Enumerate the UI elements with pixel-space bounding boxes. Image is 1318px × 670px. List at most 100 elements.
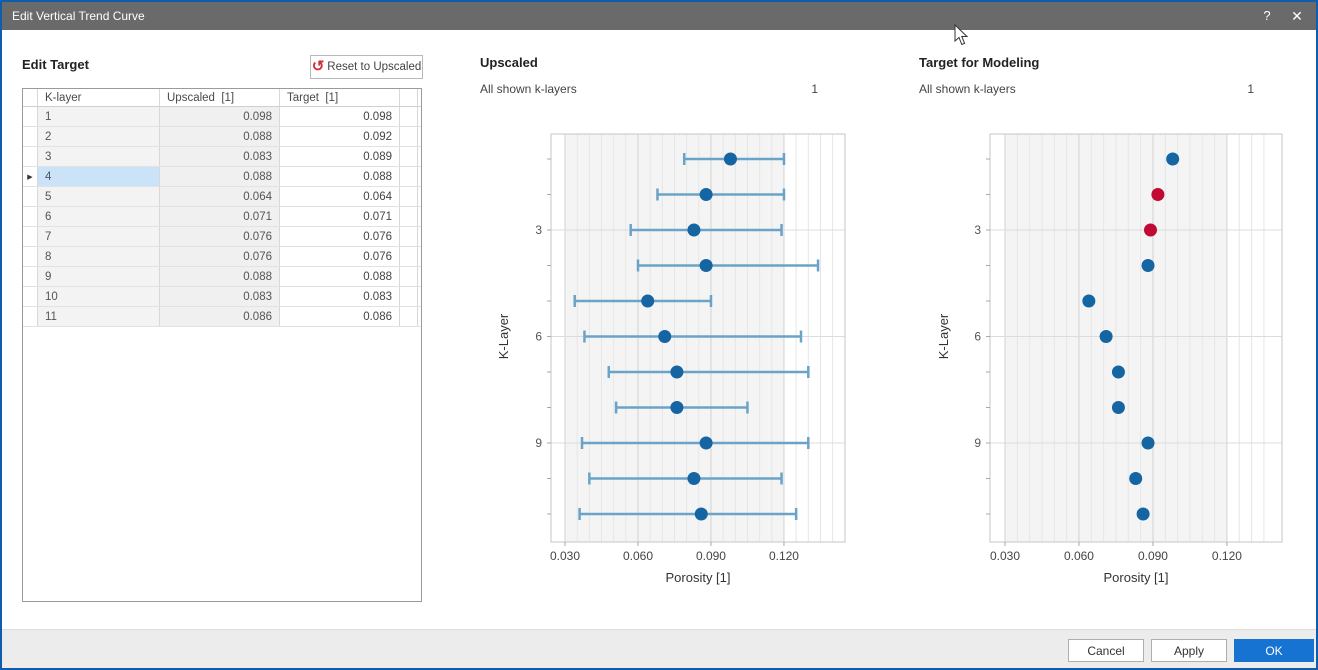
row-marker[interactable] [23, 107, 38, 126]
apply-button[interactable]: Apply [1151, 639, 1227, 662]
reset-undo-icon: ↺ [312, 59, 325, 74]
cell-upscaled: 0.088 [160, 167, 280, 186]
edit-vertical-trend-curve-dialog: Edit Vertical Trend Curve ? ✕ Edit Targe… [0, 0, 1318, 670]
cell-k-layer: 2 [38, 127, 160, 146]
table-row[interactable]: 30.0830.089 [23, 147, 421, 167]
cell-upscaled: 0.088 [160, 267, 280, 286]
close-icon[interactable]: ✕ [1282, 2, 1312, 30]
reset-button-label: Reset to Upscaled [327, 61, 421, 73]
target-chart-title: Target for Modeling [919, 55, 1039, 70]
cell-k-layer: 8 [38, 247, 160, 266]
data-point[interactable] [1082, 295, 1095, 308]
cell-target[interactable]: 0.086 [280, 307, 400, 326]
data-point [641, 295, 654, 308]
reset-to-upscaled-button[interactable]: ↺ Reset to Upscaled [310, 55, 423, 79]
row-marker[interactable] [23, 127, 38, 146]
data-point[interactable] [1166, 153, 1179, 166]
y-axis-title: K-Layer [936, 313, 951, 359]
cell-target[interactable]: 0.088 [280, 167, 400, 186]
table-row[interactable]: 10.0980.098 [23, 107, 421, 127]
data-point [670, 401, 683, 414]
table-row[interactable]: 70.0760.076 [23, 227, 421, 247]
target-for-modeling-chart[interactable]: 3690.0300.0600.0900.120Porosity [1]K-Lay… [932, 127, 1318, 592]
cell-filler [400, 147, 418, 166]
cell-upscaled: 0.083 [160, 147, 280, 166]
data-point[interactable] [1112, 366, 1125, 379]
x-tick-label: 0.120 [769, 549, 799, 563]
table-row[interactable]: 60.0710.071 [23, 207, 421, 227]
data-point [700, 188, 713, 201]
cell-filler [400, 127, 418, 146]
cell-k-layer: 6 [38, 207, 160, 226]
cell-upscaled: 0.064 [160, 187, 280, 206]
table-header-row: K-layerUpscaled [1]Target [1] [23, 89, 421, 107]
table-row[interactable]: 20.0880.092 [23, 127, 421, 147]
cell-target[interactable]: 0.076 [280, 247, 400, 266]
row-marker[interactable] [23, 227, 38, 246]
x-tick-label: 0.120 [1212, 549, 1242, 563]
cell-target[interactable]: 0.076 [280, 227, 400, 246]
table-row[interactable]: ▶40.0880.088 [23, 167, 421, 187]
data-point [687, 472, 700, 485]
cell-filler [400, 227, 418, 246]
data-point[interactable] [1100, 330, 1113, 343]
cell-upscaled: 0.086 [160, 307, 280, 326]
y-tick-label: 3 [535, 223, 542, 237]
row-marker[interactable]: ▶ [23, 167, 38, 186]
row-marker[interactable] [23, 267, 38, 286]
column-header-target: Target [1] [280, 89, 400, 106]
cell-k-layer: 10 [38, 287, 160, 306]
x-tick-label: 0.030 [990, 549, 1020, 563]
data-point[interactable] [1137, 508, 1150, 521]
cell-target[interactable]: 0.083 [280, 287, 400, 306]
y-tick-label: 6 [535, 330, 542, 344]
data-point [700, 437, 713, 450]
cell-k-layer: 4 [38, 167, 160, 186]
table-row[interactable]: 80.0760.076 [23, 247, 421, 267]
dialog-title: Edit Vertical Trend Curve [12, 2, 145, 30]
x-tick-label: 0.090 [1138, 549, 1168, 563]
k-layer-table[interactable]: K-layerUpscaled [1]Target [1] 10.0980.09… [22, 88, 422, 602]
cell-k-layer: 7 [38, 227, 160, 246]
cell-target[interactable]: 0.064 [280, 187, 400, 206]
table-row[interactable]: 100.0830.083 [23, 287, 421, 307]
ok-button[interactable]: OK [1234, 639, 1314, 662]
data-point[interactable] [1112, 401, 1125, 414]
cancel-button[interactable]: Cancel [1068, 639, 1144, 662]
row-marker[interactable] [23, 147, 38, 166]
cell-upscaled: 0.098 [160, 107, 280, 126]
cell-target[interactable]: 0.089 [280, 147, 400, 166]
data-point [670, 366, 683, 379]
cell-target[interactable]: 0.092 [280, 127, 400, 146]
data-point-edited[interactable] [1144, 224, 1157, 237]
help-icon[interactable]: ? [1252, 2, 1282, 30]
cell-k-layer: 3 [38, 147, 160, 166]
cell-target[interactable]: 0.071 [280, 207, 400, 226]
cell-k-layer: 5 [38, 187, 160, 206]
cell-k-layer: 11 [38, 307, 160, 326]
y-tick-label: 3 [974, 223, 981, 237]
table-row[interactable]: 90.0880.088 [23, 267, 421, 287]
upscaled-chart: 3690.0300.0600.0900.120Porosity [1]K-Lay… [492, 127, 864, 592]
upscaled-shown-klayers-value: 1 [480, 82, 818, 96]
title-bar[interactable]: Edit Vertical Trend Curve ? ✕ [2, 2, 1316, 30]
data-point[interactable] [1142, 437, 1155, 450]
y-axis-title: K-Layer [496, 313, 511, 359]
footer-bar: Cancel Apply OK [2, 629, 1316, 668]
table-row[interactable]: 110.0860.086 [23, 307, 421, 327]
cell-target[interactable]: 0.088 [280, 267, 400, 286]
row-marker[interactable] [23, 287, 38, 306]
data-point-edited[interactable] [1151, 188, 1164, 201]
row-marker[interactable] [23, 307, 38, 326]
data-point[interactable] [1129, 472, 1142, 485]
row-marker[interactable] [23, 247, 38, 266]
x-tick-label: 0.060 [1064, 549, 1094, 563]
data-point [700, 259, 713, 272]
row-marker[interactable] [23, 187, 38, 206]
data-point [687, 224, 700, 237]
row-marker[interactable] [23, 207, 38, 226]
data-point[interactable] [1142, 259, 1155, 272]
table-row[interactable]: 50.0640.064 [23, 187, 421, 207]
cell-target[interactable]: 0.098 [280, 107, 400, 126]
cell-k-layer: 9 [38, 267, 160, 286]
